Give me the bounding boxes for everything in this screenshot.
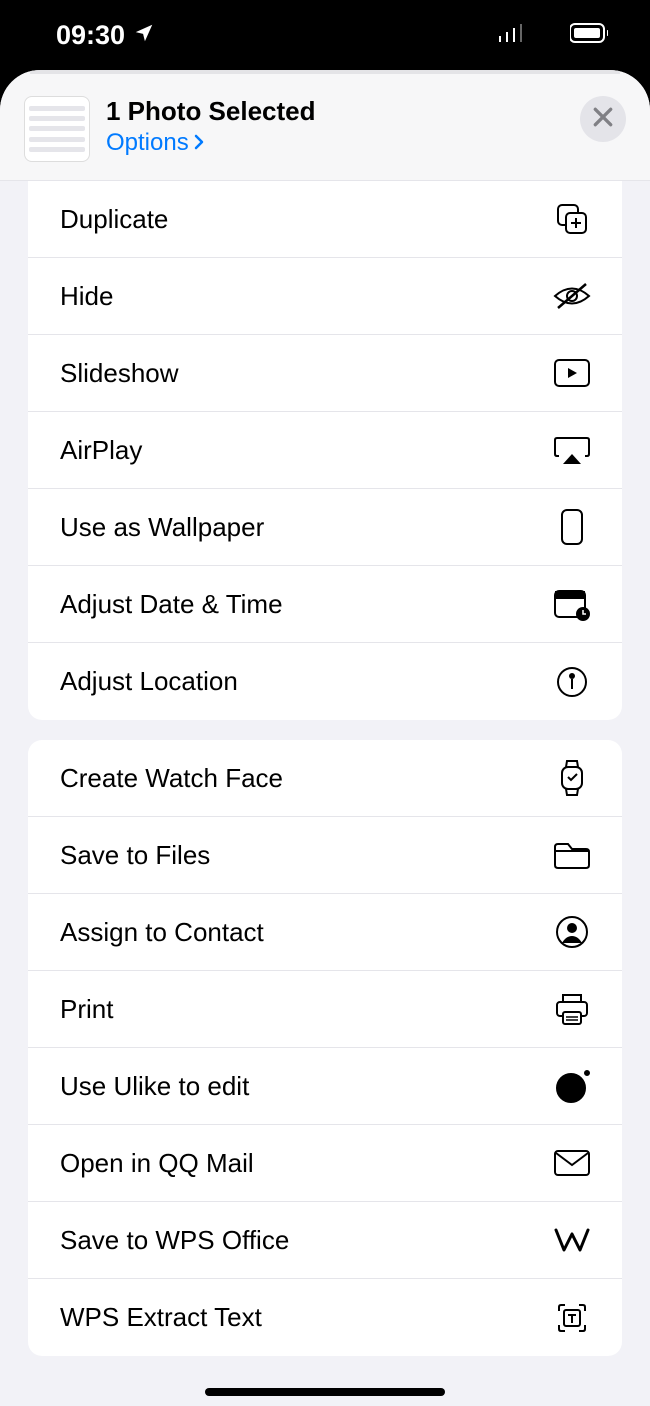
share-sheet: 1 Photo Selected Options Duplicate (0, 70, 650, 1406)
title-block: 1 Photo Selected Options (106, 96, 564, 157)
action-label: Adjust Location (60, 666, 238, 697)
action-label: Use Ulike to edit (60, 1071, 249, 1102)
status-bar: 09:30 (0, 0, 650, 70)
action-wps-save[interactable]: Save to WPS Office (28, 1202, 622, 1279)
slideshow-icon (552, 353, 592, 393)
action-label: Slideshow (60, 358, 179, 389)
action-duplicate[interactable]: Duplicate (28, 181, 622, 258)
action-label: Save to Files (60, 840, 210, 871)
action-slideshow[interactable]: Slideshow (28, 335, 622, 412)
location-icon (552, 662, 592, 702)
hide-icon (552, 276, 592, 316)
sheet-title: 1 Photo Selected (106, 96, 564, 127)
action-label: Open in QQ Mail (60, 1148, 254, 1179)
action-hide[interactable]: Hide (28, 258, 622, 335)
status-left: 09:30 (56, 20, 155, 51)
ulike-icon (552, 1066, 592, 1106)
options-label: Options (106, 129, 189, 157)
mail-icon (552, 1143, 592, 1183)
action-assign-contact[interactable]: Assign to Contact (28, 894, 622, 971)
watch-icon (552, 758, 592, 798)
action-adjust-date[interactable]: Adjust Date & Time (28, 566, 622, 643)
battery-icon (570, 23, 610, 48)
airplay-icon (552, 430, 592, 470)
action-label: Hide (60, 281, 113, 312)
action-label: AirPlay (60, 435, 142, 466)
action-label: Adjust Date & Time (60, 589, 283, 620)
action-watch-face[interactable]: Create Watch Face (28, 740, 622, 817)
thumbnail (24, 96, 90, 162)
action-save-files[interactable]: Save to Files (28, 817, 622, 894)
actions-group-2: Create Watch Face Save to Files Assign t… (28, 740, 622, 1356)
action-label: Duplicate (60, 204, 168, 235)
calendar-icon (552, 584, 592, 624)
actions-list: Duplicate Hide Slideshow AirPlay (0, 181, 650, 1356)
action-label: Create Watch Face (60, 763, 283, 794)
wps-icon (552, 1220, 592, 1260)
actions-group-1: Duplicate Hide Slideshow AirPlay (28, 181, 622, 720)
wallpaper-icon (552, 507, 592, 547)
status-time: 09:30 (56, 20, 125, 51)
duplicate-icon (552, 199, 592, 239)
action-qq-mail[interactable]: Open in QQ Mail (28, 1125, 622, 1202)
action-label: Use as Wallpaper (60, 512, 264, 543)
action-adjust-location[interactable]: Adjust Location (28, 643, 622, 720)
action-label: Save to WPS Office (60, 1225, 289, 1256)
action-label: Print (60, 994, 113, 1025)
extract-icon (552, 1298, 592, 1338)
action-print[interactable]: Print (28, 971, 622, 1048)
folder-icon (552, 835, 592, 875)
close-button[interactable] (580, 96, 626, 142)
action-label: Assign to Contact (60, 917, 264, 948)
sheet-header: 1 Photo Selected Options (0, 70, 650, 181)
options-button[interactable]: Options (106, 129, 564, 157)
action-wallpaper[interactable]: Use as Wallpaper (28, 489, 622, 566)
status-right (498, 22, 610, 49)
action-airplay[interactable]: AirPlay (28, 412, 622, 489)
action-ulike[interactable]: Use Ulike to edit (28, 1048, 622, 1125)
action-label: WPS Extract Text (60, 1302, 262, 1333)
chevron-right-icon (193, 129, 205, 157)
close-icon (592, 106, 614, 133)
wifi-icon (534, 22, 562, 49)
print-icon (552, 989, 592, 1029)
signal-icon (498, 23, 526, 48)
action-wps-extract[interactable]: WPS Extract Text (28, 1279, 622, 1356)
home-indicator[interactable] (205, 1388, 445, 1396)
contact-icon (552, 912, 592, 952)
location-arrow-icon (133, 20, 155, 51)
